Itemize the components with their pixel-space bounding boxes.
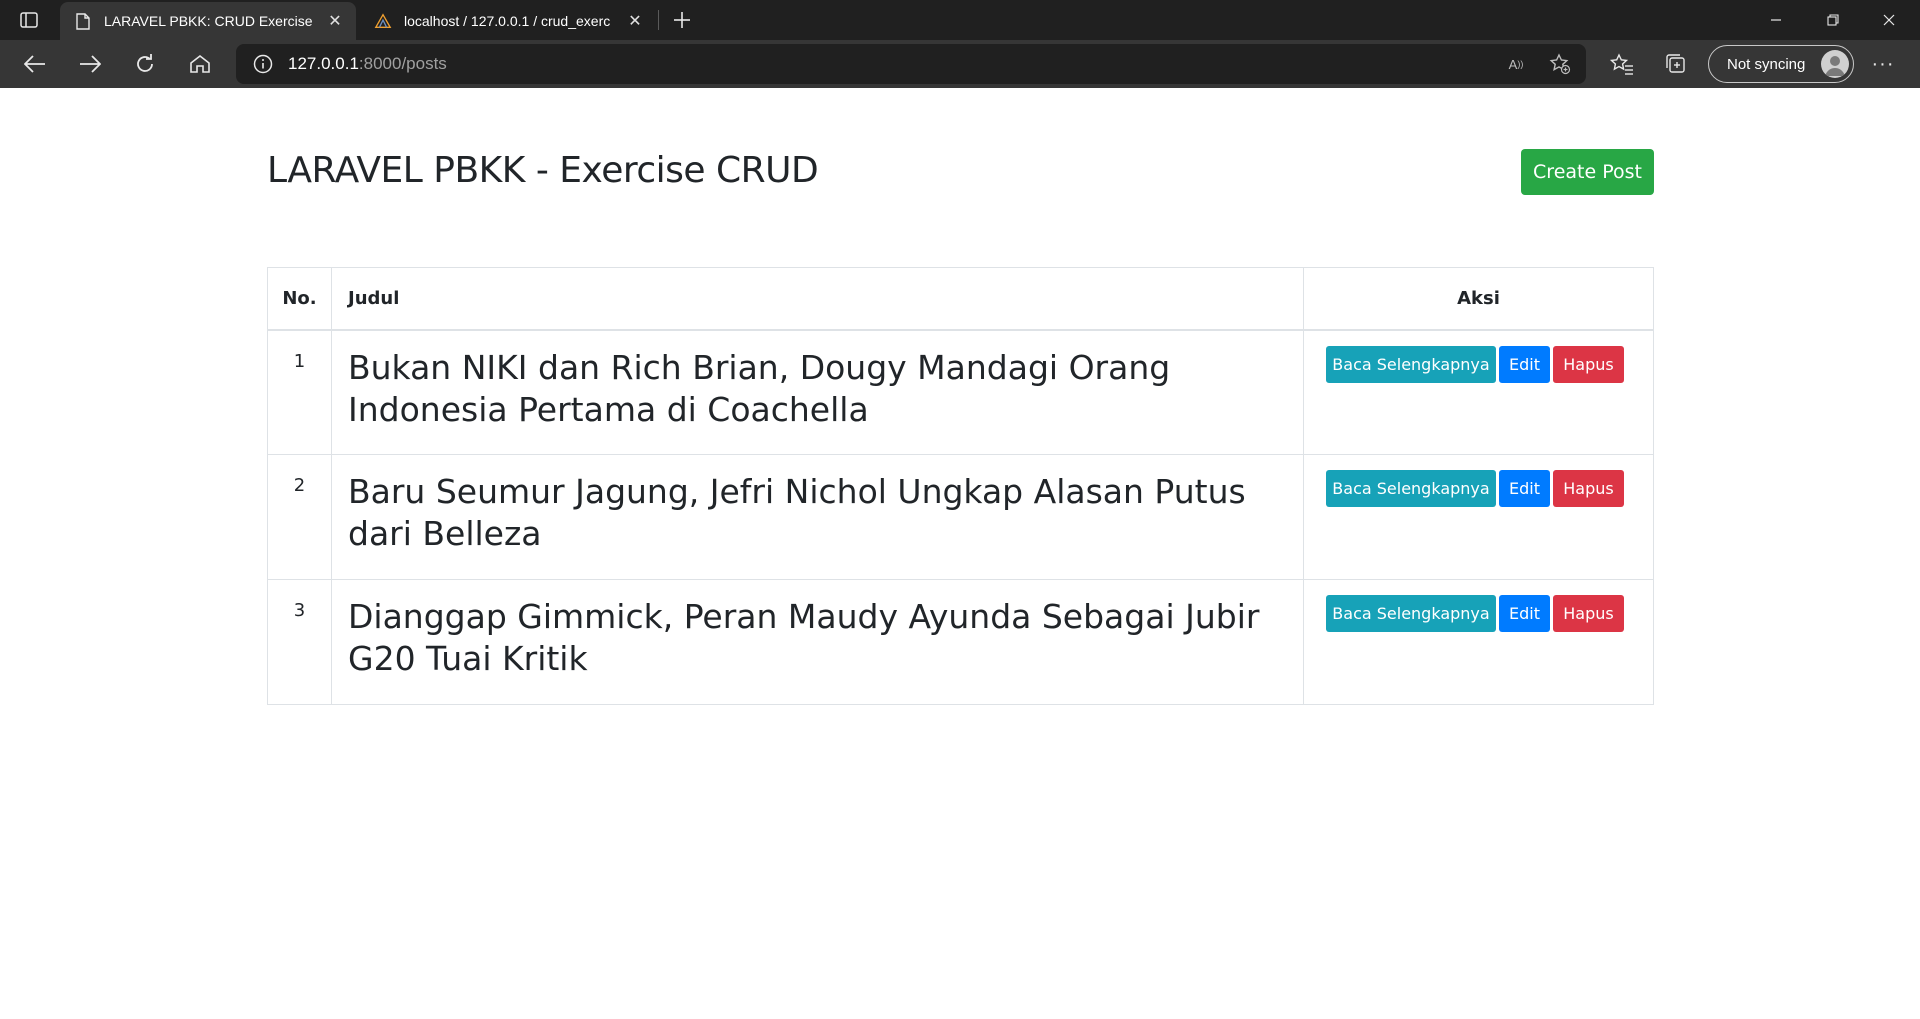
- tab-title: LARAVEL PBKK: CRUD Exercise: [104, 13, 313, 29]
- browser-toolbar: 127.0.0.1:8000/posts A)) Not syncing ···: [0, 40, 1920, 88]
- edit-button[interactable]: Edit: [1499, 470, 1550, 507]
- read-more-button[interactable]: Baca Selengkapnya: [1326, 470, 1496, 507]
- url-path: :8000/posts: [358, 54, 447, 73]
- edit-button[interactable]: Edit: [1499, 595, 1550, 632]
- edit-button[interactable]: Edit: [1499, 345, 1550, 383]
- add-favorite-icon[interactable]: [1548, 52, 1572, 76]
- sync-label: Not syncing: [1727, 55, 1806, 73]
- row-number: 2: [267, 454, 332, 580]
- tab-actions-menu-icon[interactable]: [16, 8, 42, 32]
- browser-tab-bar: LARAVEL PBKK: CRUD Exercise ✕ localhost …: [0, 0, 1920, 40]
- tab-title: localhost / 127.0.0.1 / crud_exerc: [404, 13, 611, 29]
- row-actions: Baca Selengkapnya Edit Hapus: [1303, 329, 1654, 455]
- phpmyadmin-icon: [374, 12, 392, 30]
- minimize-icon[interactable]: [1753, 0, 1799, 40]
- delete-button[interactable]: Hapus: [1553, 470, 1624, 507]
- tab-crud-exercise[interactable]: LARAVEL PBKK: CRUD Exercise ✕: [60, 2, 356, 40]
- post-title: Dianggap Gimmick, Peran Maudy Ayunda Seb…: [331, 579, 1304, 705]
- url-text[interactable]: 127.0.0.1:8000/posts: [288, 54, 447, 74]
- create-post-button[interactable]: Create Post: [1521, 149, 1654, 195]
- row-number: 1: [267, 329, 332, 455]
- row-actions: Baca Selengkapnya Edit Hapus: [1303, 454, 1654, 580]
- tab-divider: [658, 10, 659, 30]
- url-host: 127.0.0.1: [288, 54, 359, 73]
- posts-table: No. Judul Aksi 1 Bukan NIKI dan Rich Bri…: [267, 267, 1654, 705]
- collections-icon[interactable]: [1661, 49, 1691, 79]
- page-content: LARAVEL PBKK - Exercise CRUD Create Post…: [0, 88, 1920, 1019]
- row-actions: Baca Selengkapnya Edit Hapus: [1303, 579, 1654, 705]
- site-info-icon[interactable]: [252, 53, 274, 75]
- read-more-button[interactable]: Baca Selengkapnya: [1326, 345, 1496, 383]
- table-row: 3 Dianggap Gimmick, Peran Maudy Ayunda S…: [267, 579, 1654, 705]
- header-aksi: Aksi: [1303, 267, 1654, 331]
- read-more-button[interactable]: Baca Selengkapnya: [1326, 595, 1496, 632]
- profile-sync-button[interactable]: Not syncing: [1708, 45, 1854, 83]
- header-judul: Judul: [331, 267, 1304, 331]
- delete-button[interactable]: Hapus: [1553, 595, 1624, 632]
- avatar: [1821, 50, 1849, 78]
- home-icon[interactable]: [183, 47, 217, 81]
- table-row: 2 Baru Seumur Jagung, Jefri Nichol Ungka…: [267, 454, 1654, 580]
- favorites-icon[interactable]: [1607, 49, 1637, 79]
- forward-arrow-icon[interactable]: [73, 47, 107, 81]
- header-no: No.: [267, 267, 332, 331]
- close-window-icon[interactable]: [1866, 0, 1912, 40]
- read-aloud-icon[interactable]: A)): [1504, 52, 1528, 76]
- new-tab-icon[interactable]: [668, 6, 696, 34]
- page-title: LARAVEL PBKK - Exercise CRUD: [267, 150, 819, 191]
- table-row: 1 Bukan NIKI dan Rich Brian, Dougy Manda…: [267, 329, 1654, 455]
- restore-icon[interactable]: [1810, 0, 1856, 40]
- delete-button[interactable]: Hapus: [1553, 345, 1624, 383]
- row-number: 3: [267, 579, 332, 705]
- address-bar[interactable]: 127.0.0.1:8000/posts A)): [236, 44, 1586, 84]
- back-arrow-icon[interactable]: [18, 47, 52, 81]
- post-title: Bukan NIKI dan Rich Brian, Dougy Mandagi…: [331, 329, 1304, 455]
- close-tab-icon[interactable]: ✕: [322, 8, 348, 34]
- refresh-icon[interactable]: [128, 47, 162, 81]
- page-icon: [74, 12, 92, 30]
- post-title: Baru Seumur Jagung, Jefri Nichol Ungkap …: [331, 454, 1304, 580]
- table-header-row: No. Judul Aksi: [267, 267, 1654, 331]
- tab-phpmyadmin[interactable]: localhost / 127.0.0.1 / crud_exerc ✕: [360, 2, 656, 40]
- more-options-icon[interactable]: ···: [1868, 49, 1898, 79]
- close-tab-icon[interactable]: ✕: [622, 8, 648, 34]
